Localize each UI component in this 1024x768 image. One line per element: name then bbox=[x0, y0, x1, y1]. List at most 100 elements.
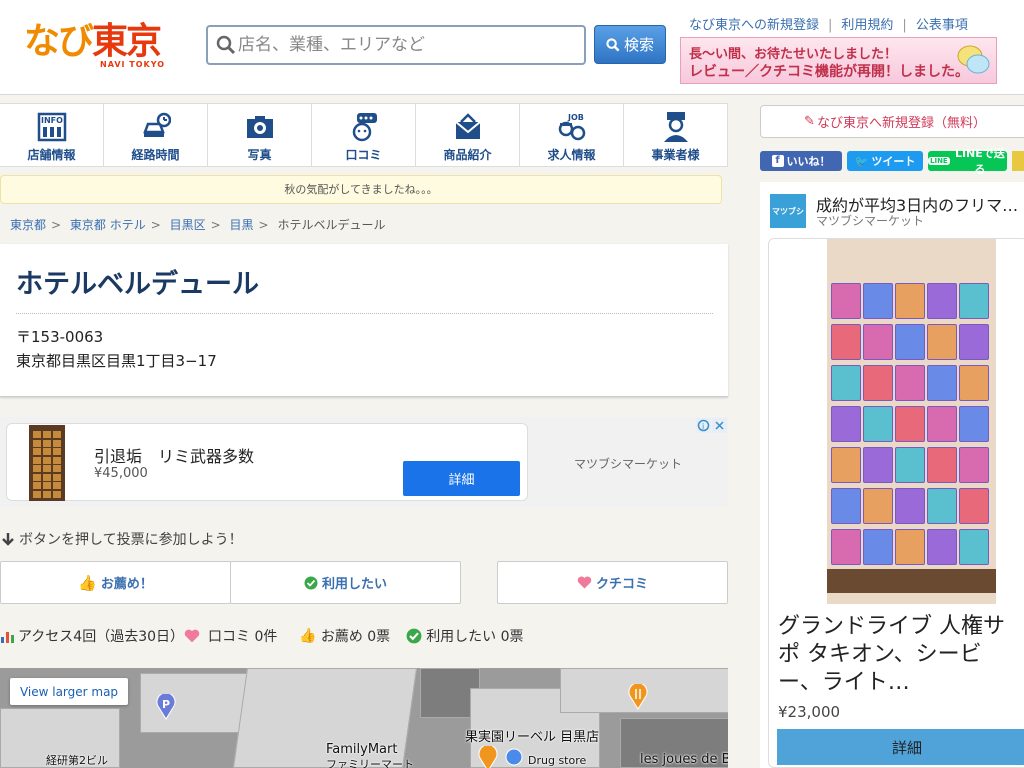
breadcrumb-item[interactable]: 目黒 bbox=[230, 218, 254, 232]
ad-price: ¥45,000 bbox=[94, 466, 148, 481]
adchoices-icon[interactable]: i bbox=[696, 418, 727, 433]
tab-photos[interactable]: 写真 bbox=[208, 104, 312, 166]
access-count: アクセス4回（過去30日） bbox=[18, 629, 185, 645]
postal-code: 〒153-0063 bbox=[16, 328, 104, 346]
thumbs-up-icon: 👍 bbox=[299, 628, 317, 644]
job-icon: JOB bbox=[558, 113, 586, 141]
logo-subtext: NAVI TOKYO bbox=[100, 60, 166, 69]
review-promo-banner[interactable]: 長〜い間、お待たせいたしました！ レビュー／クチコミ機能が再開！しました。 bbox=[680, 37, 997, 84]
review-button[interactable]: クチコミ bbox=[497, 561, 728, 604]
ad-image-bottom-bar bbox=[827, 569, 996, 593]
chat-icon bbox=[352, 113, 377, 142]
ad-title: 引退垢 リミ武器多数 bbox=[94, 447, 255, 466]
game-card bbox=[831, 283, 861, 319]
ad-detail-button[interactable]: 詳細 bbox=[403, 461, 520, 496]
speech-bubble-icon bbox=[957, 45, 990, 74]
register-link[interactable]: なび東京への新規登録 bbox=[689, 18, 819, 33]
game-card bbox=[895, 365, 925, 401]
search-button-icon bbox=[606, 37, 620, 51]
terms-link[interactable]: 利用規約 bbox=[841, 18, 893, 33]
breadcrumb-current: ホテルベルデュール bbox=[277, 218, 386, 232]
map-label-familymart: FamilyMart bbox=[326, 742, 398, 757]
hotel-info-card: ホテルベルデュール 〒153-0063 東京都目黒区目黒1丁目3−17 bbox=[0, 244, 728, 397]
facebook-like-button[interactable]: f いいね！ bbox=[760, 151, 842, 171]
tab-label: 求人情報 bbox=[547, 148, 596, 162]
facebook-icon: f bbox=[771, 155, 784, 167]
ad-unit[interactable]: 引退垢 リミ武器多数 ¥45,000 詳細 bbox=[6, 423, 528, 501]
search-input[interactable] bbox=[238, 29, 578, 61]
tab-store-info[interactable]: INFO 店舗情報 bbox=[0, 104, 104, 166]
arrow-down-icon bbox=[2, 533, 14, 546]
camera-icon bbox=[247, 116, 273, 138]
sidebar-ad-headline: グランドライブ 人権サポ タキオン、シービー、ライト… bbox=[778, 614, 1005, 695]
site-logo[interactable]: なび東京 NAVI TOKYO bbox=[24, 22, 176, 76]
game-card bbox=[831, 365, 861, 401]
ad-thumbnail bbox=[29, 425, 65, 501]
logo-text-navi: なび bbox=[24, 21, 94, 62]
breadcrumb-item[interactable]: 東京都 ホテル bbox=[70, 218, 146, 232]
sidebar-ad[interactable]: マツブシ 成約が平均3日内のフリマ… マツブシマーケット グランドライブ 人権サ… bbox=[760, 182, 1024, 768]
map-view[interactable]: View larger map P FamilyMart ファミリーマート 果実… bbox=[0, 668, 728, 768]
breadcrumb-item[interactable]: 東京都 bbox=[10, 218, 46, 232]
tab-jobs[interactable]: JOB 求人情報 bbox=[520, 104, 624, 166]
breadcrumb: 東京都 > 東京都 ホテル > 目黒区 > 目黒 > ホテルベルデュール bbox=[10, 218, 386, 232]
game-card bbox=[959, 447, 989, 483]
stats-bar: アクセス4回（過去30日） 口コミ 0件 👍 お薦め 0票 利用したい 0票 bbox=[0, 626, 524, 646]
tab-products[interactable]: 商品紹介 bbox=[416, 104, 520, 166]
game-card bbox=[831, 488, 861, 524]
game-card bbox=[959, 529, 989, 565]
ad-thumb-cell bbox=[43, 473, 51, 481]
game-card bbox=[895, 529, 925, 565]
search-button-label: 検索 bbox=[623, 36, 654, 54]
want-use-button[interactable]: 利用したい bbox=[230, 561, 461, 604]
tab-label: 事業者様 bbox=[651, 148, 700, 162]
mail-icon[interactable] bbox=[1012, 151, 1024, 171]
map-label-familymart-ja: ファミリーマート bbox=[326, 758, 414, 768]
game-card bbox=[927, 488, 957, 524]
shop-pin-icon bbox=[505, 748, 523, 766]
tab-business[interactable]: 事業者様 bbox=[624, 104, 728, 166]
ad-thumb-cell bbox=[33, 431, 41, 438]
ad-thumb-cell bbox=[33, 448, 41, 455]
game-card bbox=[927, 365, 957, 401]
sidebar-ad-card[interactable]: グランドライブ 人権サポ タキオン、シービー、ライト… ¥23,000 詳細 bbox=[768, 238, 1024, 768]
ad-thumb-cell bbox=[33, 439, 41, 447]
sidebar-ad-detail-button[interactable]: 詳細 bbox=[777, 729, 1024, 765]
info-icon: INFO bbox=[37, 112, 67, 142]
game-card bbox=[927, 283, 957, 319]
view-larger-map-button[interactable]: View larger map bbox=[10, 678, 128, 705]
game-card bbox=[863, 447, 893, 483]
heart-icon bbox=[184, 629, 200, 643]
line-icon: LINE bbox=[928, 157, 950, 165]
tab-reviews[interactable]: 口コミ bbox=[312, 104, 416, 166]
review-label: クチコミ bbox=[595, 577, 648, 592]
ad-thumb-cell bbox=[53, 448, 61, 455]
breadcrumb-item[interactable]: 目黒区 bbox=[170, 218, 206, 232]
notice-bar: 秋の気配がしてきましたね。。。 bbox=[0, 175, 722, 204]
check-circle-icon bbox=[304, 576, 318, 589]
restaurant-pin-icon bbox=[628, 684, 648, 710]
ad-product-image bbox=[827, 239, 996, 604]
game-card bbox=[959, 488, 989, 524]
map-label-les-joues: les joues de Bé bbox=[640, 752, 728, 767]
line-share-button[interactable]: LINE LINEで送る bbox=[928, 147, 1007, 176]
top-links: なび東京への新規登録 | 利用規約 | 公表事項 bbox=[689, 18, 968, 33]
ad-thumb-cell bbox=[43, 482, 51, 489]
search-button[interactable]: 検索 bbox=[594, 25, 666, 64]
disclosure-link[interactable]: 公表事項 bbox=[916, 18, 968, 33]
register-free-button[interactable]: ✎ なび東京へ新規登録（無料） bbox=[760, 105, 1024, 138]
heart-icon bbox=[577, 576, 592, 589]
game-card bbox=[895, 447, 925, 483]
ad-thumb-cell bbox=[33, 465, 41, 472]
map-label-drugstore: Drug store bbox=[528, 754, 587, 767]
check-circle-icon bbox=[406, 628, 422, 644]
tweet-button[interactable]: 🐦 ツイート bbox=[847, 151, 923, 171]
tab-label: 写真 bbox=[247, 148, 272, 162]
recommend-button[interactable]: 👍 お薦め！ bbox=[0, 561, 231, 604]
site-header: なび東京 NAVI TOKYO 検索 なび東京への新規登録|利用規約|公表事項 … bbox=[0, 0, 1024, 95]
vote-hint-text: ボタンを押して投票に参加しよう！ bbox=[19, 532, 243, 548]
divider bbox=[16, 313, 713, 314]
svg-text:P: P bbox=[162, 698, 170, 711]
tab-route[interactable]: 経路時間 bbox=[104, 104, 208, 166]
ad-thumb-cell bbox=[43, 448, 51, 455]
